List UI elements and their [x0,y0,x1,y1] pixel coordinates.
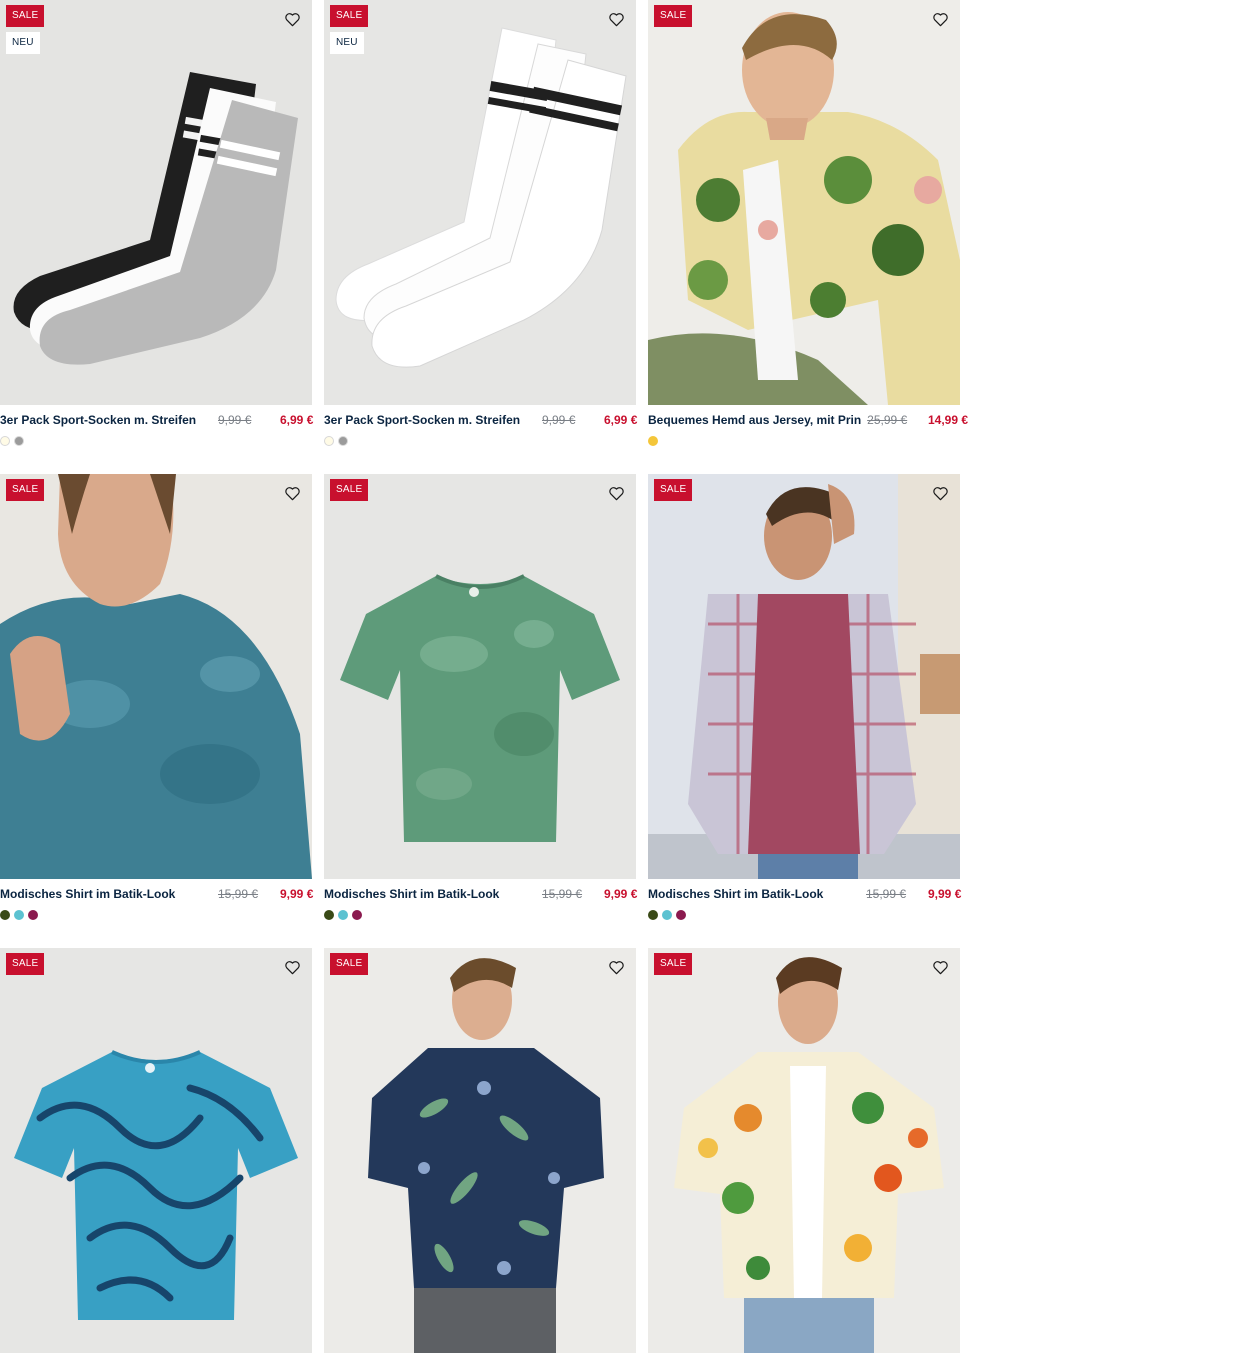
product-name[interactable]: Modisches Shirt im Batik-Look [648,887,860,901]
new-badge: NEU [6,32,40,54]
old-price: 15,99 € [218,887,259,901]
product-name[interactable]: 3er Pack Sport-Socken m. Streifen [0,413,212,427]
product-info: 3er Pack Sport-Socken m. Streifen 9,99 €… [324,405,638,432]
color-swatches [648,910,960,921]
sale-badge: SALE [6,953,45,975]
old-price: 9,99 € [542,413,576,427]
product-card[interactable]: SALE NEU 3er Pack Sport-Socken m. Streif… [324,0,638,447]
color-swatch[interactable] [324,910,334,920]
product-image[interactable]: SALE [324,474,636,879]
product-image[interactable]: SALE [0,948,312,1353]
product-info: Bequemes Hemd aus Jersey, mit Print 25,9… [648,405,969,432]
sale-badge: SALE [654,479,693,501]
sale-badge: SALE [330,479,369,501]
product-info: Modisches Shirt im Batik-Look 15,99 € 9,… [0,879,314,906]
color-swatch[interactable] [648,910,658,920]
sale-badge: SALE [654,953,693,975]
model-photo [324,948,636,1353]
product-card[interactable]: SALE Modisches Shirt im Batik-Look 15,99… [324,474,638,921]
product-info: Modisches Shirt im Batik-Look 15,99 € 9,… [324,879,638,906]
color-swatch[interactable] [648,436,658,446]
new-badge: NEU [330,32,364,54]
product-image[interactable]: SALE [648,948,960,1353]
color-swatch[interactable] [14,910,24,920]
sale-price: 6,99 € [604,413,638,427]
product-card[interactable]: SALE [648,948,960,1353]
product-name[interactable]: 3er Pack Sport-Socken m. Streifen [324,413,536,427]
product-card[interactable]: SALE Modisches Shirt im Batik-Look 15,99… [0,474,314,921]
heart-outline-icon[interactable] [605,9,627,29]
model-photo [648,474,960,879]
sale-price: 9,99 € [928,887,962,901]
sale-price: 6,99 € [280,413,314,427]
product-card[interactable]: SALE NEU 3er Pack Sport-Socken m. Streif… [0,0,314,447]
product-info: 3er Pack Sport-Socken m. Streifen 9,99 €… [0,405,314,432]
product-info: Modisches Shirt im Batik-Look 15,99 € 9,… [648,879,962,906]
sale-badge: SALE [330,5,369,27]
sale-badge: SALE [6,479,45,501]
old-price: 25,99 € [867,413,908,427]
old-price: 15,99 € [542,887,583,901]
color-swatch[interactable] [14,436,24,446]
color-swatch[interactable] [0,910,10,920]
product-card[interactable]: SALE [324,948,636,1353]
tshirt-photo [0,948,312,1353]
product-image[interactable]: SALE [0,474,312,879]
sale-badge: SALE [654,5,693,27]
product-grid: SALE NEU 3er Pack Sport-Socken m. Streif… [0,0,1250,1354]
socks-photo [324,0,636,405]
socks-photo [0,0,312,405]
color-swatch[interactable] [338,910,348,920]
sale-price: 9,99 € [604,887,638,901]
heart-outline-icon[interactable] [605,957,627,977]
color-swatches [324,436,636,447]
heart-outline-icon[interactable] [929,9,951,29]
old-price: 9,99 € [218,413,252,427]
color-swatches [0,436,312,447]
product-image[interactable]: SALE [324,948,636,1353]
product-image[interactable]: SALE [648,474,960,879]
heart-outline-icon[interactable] [281,9,303,29]
sale-badge: SALE [6,5,45,27]
old-price: 15,99 € [866,887,907,901]
product-card[interactable]: SALE [0,948,312,1353]
color-swatch[interactable] [0,436,10,446]
model-photo [648,948,960,1353]
color-swatches [324,910,636,921]
product-card[interactable]: SALE Modisches Shirt im Batik-Look 15,99… [648,474,962,921]
color-swatches [648,436,960,447]
product-name[interactable]: Modisches Shirt im Batik-Look [0,887,212,901]
sale-badge: SALE [330,953,369,975]
model-photo [0,474,312,879]
sale-price: 14,99 € [928,413,969,427]
product-image[interactable]: SALE NEU [324,0,636,405]
model-photo [648,0,960,405]
color-swatch[interactable] [338,436,348,446]
heart-outline-icon[interactable] [281,483,303,503]
product-name[interactable]: Modisches Shirt im Batik-Look [324,887,536,901]
heart-outline-icon[interactable] [605,483,627,503]
color-swatch[interactable] [662,910,672,920]
product-name[interactable]: Bequemes Hemd aus Jersey, mit Print [648,413,861,427]
sale-price: 9,99 € [280,887,314,901]
product-card[interactable]: SALE Bequemes Hemd aus Jersey, mit Print… [648,0,969,447]
heart-outline-icon[interactable] [929,957,951,977]
heart-outline-icon[interactable] [929,483,951,503]
color-swatch[interactable] [352,910,362,920]
product-image[interactable]: SALE [648,0,960,405]
color-swatch[interactable] [324,436,334,446]
tshirt-photo [324,474,636,879]
color-swatch[interactable] [676,910,686,920]
color-swatch[interactable] [28,910,38,920]
heart-outline-icon[interactable] [281,957,303,977]
color-swatches [0,910,312,921]
product-image[interactable]: SALE NEU [0,0,312,405]
